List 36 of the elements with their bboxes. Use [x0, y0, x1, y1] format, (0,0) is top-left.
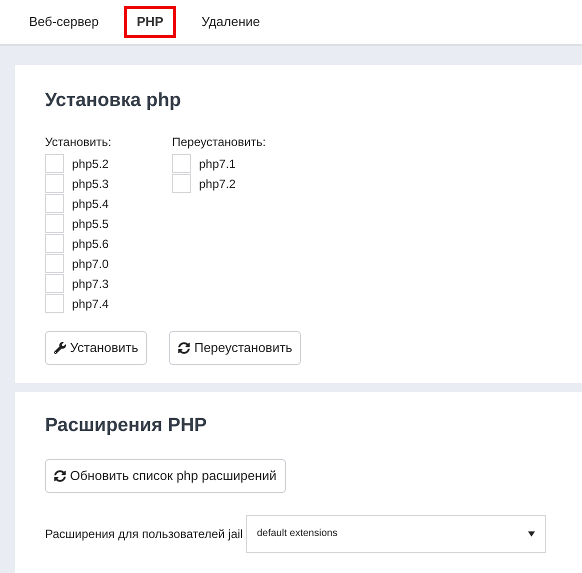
checkbox[interactable]	[45, 194, 64, 213]
select-field[interactable]: default extensions	[246, 514, 546, 552]
action-button[interactable]: Установить	[45, 330, 148, 364]
checkbox[interactable]	[45, 294, 64, 313]
checkbox-label: php7.1	[199, 156, 236, 172]
checkbox-label: php5.4	[72, 196, 109, 212]
checkbox-label: php7.2	[199, 176, 236, 192]
field-label: Расширения для пользователей jail	[45, 526, 243, 542]
refresh-icon	[178, 342, 190, 354]
checkbox-label: php5.3	[72, 176, 109, 192]
action-button[interactable]: Обновить список php расширений	[45, 458, 286, 492]
checkbox[interactable]	[172, 154, 191, 173]
checkbox[interactable]	[45, 254, 64, 273]
wrench-icon	[54, 342, 66, 354]
section-title: Расширения PHP	[45, 414, 208, 438]
action-button[interactable]: Переустановить	[169, 330, 302, 364]
checkbox[interactable]	[45, 274, 64, 293]
checkbox-label: php5.2	[72, 156, 109, 172]
checkbox-label: php7.3	[72, 276, 109, 292]
column-heading: Переустановить:	[172, 134, 267, 150]
checkbox-label: php7.0	[72, 256, 109, 272]
dropdown-arrow-icon	[528, 530, 535, 536]
tab[interactable]: PHP	[124, 6, 176, 38]
checkbox-label: php7.4	[72, 296, 109, 312]
checkbox-label: php5.5	[72, 216, 109, 232]
checkbox[interactable]	[45, 154, 64, 173]
section-title: Установка php	[45, 89, 182, 113]
checkbox[interactable]	[172, 174, 191, 193]
column-heading: Установить:	[45, 134, 112, 150]
checkbox[interactable]	[45, 214, 64, 233]
tab[interactable]: Удаление	[188, 6, 273, 38]
checkbox[interactable]	[45, 234, 64, 253]
tab[interactable]: Веб-сервер	[16, 6, 112, 38]
checkbox[interactable]	[45, 174, 64, 193]
checkbox-label: php5.6	[72, 236, 109, 252]
refresh-icon	[54, 470, 66, 482]
